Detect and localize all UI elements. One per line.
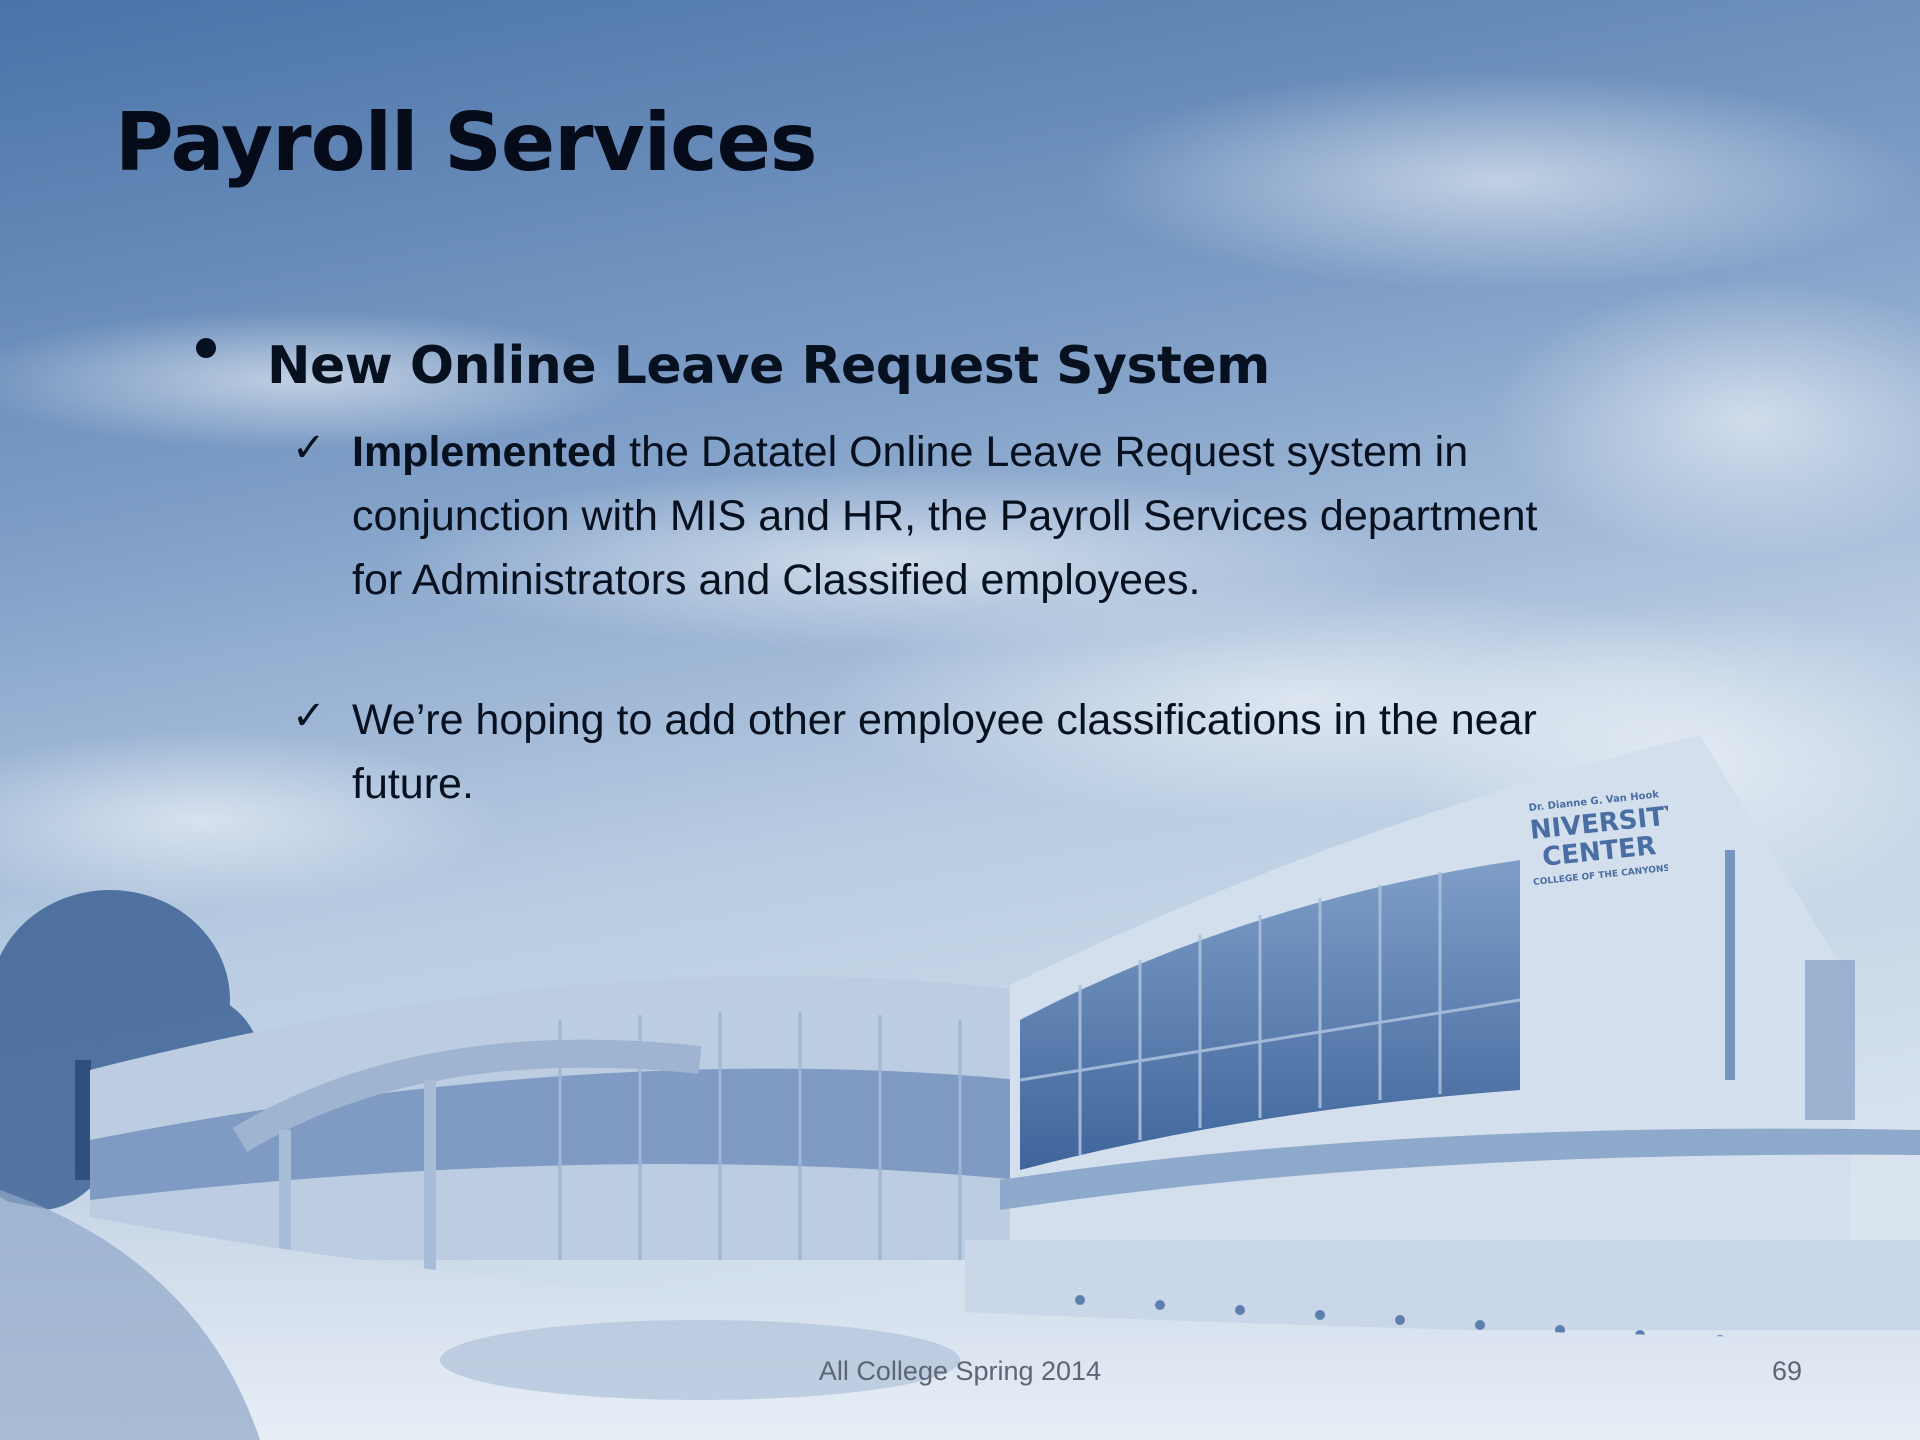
sub-bullet-2: We’re hoping to add other employee class… bbox=[352, 688, 1592, 816]
sub-bullet-1-bold: Implemented bbox=[352, 428, 618, 476]
slide: Dr. Dianne G. Van Hook UNIVERSITY CENTER… bbox=[0, 0, 1920, 1440]
bullet-heading: New Online Leave Request System bbox=[267, 336, 1270, 396]
footer-text: All College Spring 2014 bbox=[818, 1356, 1102, 1386]
bullet-icon bbox=[196, 338, 216, 358]
sub-bullet-2-text: We’re hoping to add other employee class… bbox=[352, 696, 1537, 808]
slide-title: Payroll Services bbox=[115, 96, 817, 189]
sub-bullet-1: Implemented the Datatel Online Leave Req… bbox=[352, 420, 1592, 612]
check-icon: ✓ bbox=[292, 425, 326, 471]
check-icon: ✓ bbox=[292, 693, 326, 739]
page-number: 69 bbox=[1772, 1356, 1803, 1386]
